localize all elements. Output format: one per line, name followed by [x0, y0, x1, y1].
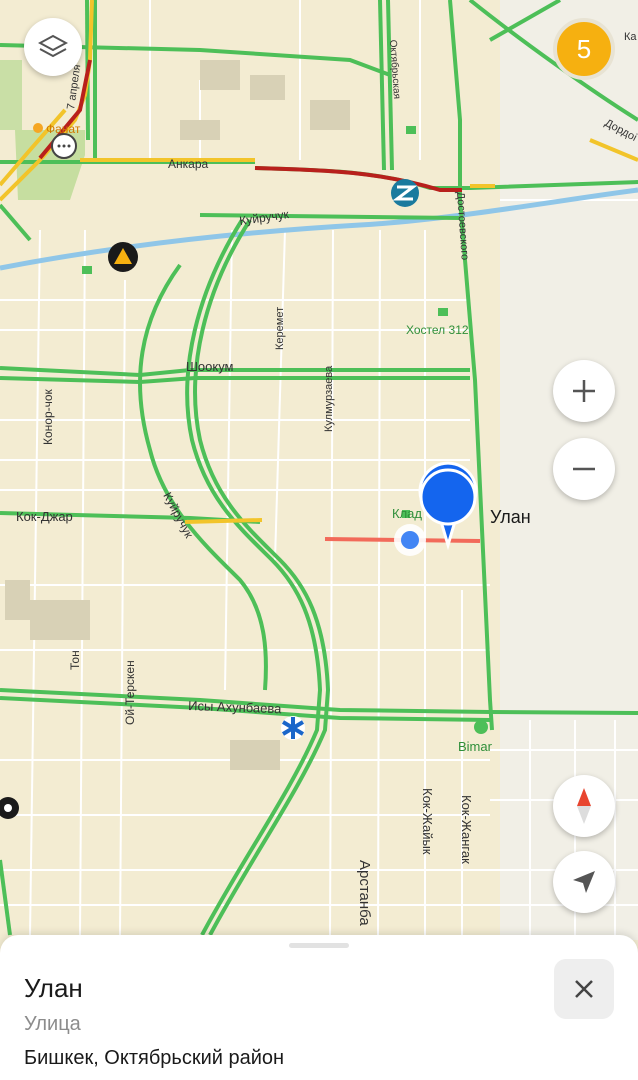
- plus-icon: [573, 380, 595, 402]
- street-label-kok-jaiyk: Кок-Жайык: [420, 788, 435, 855]
- poi-label-hostel: Хостел 312: [406, 323, 469, 337]
- street-label-keremet: Керемет: [274, 307, 286, 350]
- traffic-level-badge[interactable]: 5: [553, 18, 615, 80]
- layers-icon: [38, 34, 68, 58]
- chat-marker-icon[interactable]: [51, 133, 77, 159]
- metro-marker[interactable]: [391, 179, 419, 207]
- compass-icon: [577, 788, 591, 824]
- close-icon: [575, 980, 593, 998]
- map-canvas[interactable]: Анкара Куйручук Шоокум Керемет Кулмурзае…: [0, 0, 638, 1080]
- street-label-ka: Ка: [624, 31, 637, 43]
- hospital-marker-icon[interactable]: [281, 716, 305, 740]
- place-title: Улан: [24, 973, 83, 1003]
- street-label-kok-jar: Кок-Джар: [16, 509, 73, 524]
- hostel-marker-icon[interactable]: [108, 242, 138, 272]
- street-label-oi-tersken: Ой-Терскен: [123, 660, 137, 725]
- park-area-left: [0, 60, 22, 130]
- zoom-in-button[interactable]: [553, 360, 615, 422]
- close-button[interactable]: [554, 959, 614, 1019]
- poi-label-fanat: Фанат: [46, 122, 81, 136]
- street-label-artanbaeva: Арстанба: [356, 860, 373, 926]
- place-address: Бишкек, Октябрьский район: [24, 1047, 285, 1069]
- user-location-dot: [394, 524, 426, 556]
- place-card[interactable]: Улан Улица Бишкек, Октябрьский район: [0, 935, 638, 1080]
- sheet-drag-handle[interactable]: [289, 943, 349, 948]
- zoom-out-button[interactable]: [553, 438, 615, 500]
- street-label-konorchok: Конор-чок: [41, 388, 55, 445]
- street-label-ankara: Анкара: [168, 157, 208, 171]
- street-label-shookum: Шоокум: [186, 359, 234, 374]
- navigation-arrow-icon: [573, 871, 595, 893]
- street-label-ton: Тон: [68, 650, 82, 670]
- fanat-marker-icon[interactable]: [33, 123, 43, 133]
- cart-marker-icon[interactable]: [474, 720, 488, 734]
- selected-street-map-label: Улан: [490, 507, 531, 527]
- minus-icon: [573, 467, 595, 471]
- my-location-button[interactable]: [553, 851, 615, 913]
- street-label-kok-jangak: Кок-Жангак: [459, 795, 474, 864]
- street-label-kulmurzaeva: Кулмурзаева: [323, 365, 335, 432]
- poi-label-bimar: Bimar: [458, 739, 493, 754]
- compass-button[interactable]: [553, 775, 615, 837]
- place-type: Улица: [24, 1013, 81, 1035]
- layers-button[interactable]: [24, 18, 82, 76]
- poi-label-klad: Клад: [392, 506, 422, 521]
